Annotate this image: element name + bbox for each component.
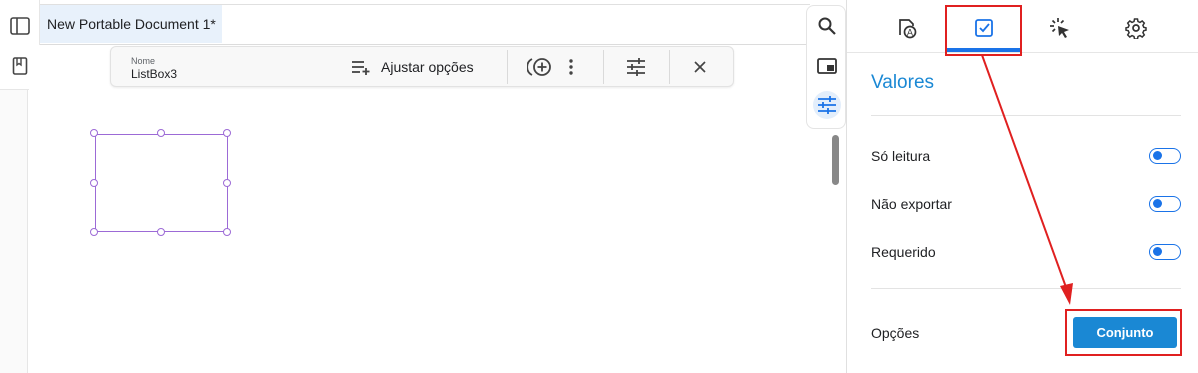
resize-handle[interactable] bbox=[223, 179, 231, 187]
adjust-options-button[interactable]: Ajustar opções bbox=[351, 53, 474, 81]
tab-document[interactable]: New Portable Document 1* bbox=[40, 5, 222, 43]
tune-icon[interactable] bbox=[623, 54, 649, 80]
toolbar-divider bbox=[669, 50, 670, 84]
vertical-scrollbar[interactable] bbox=[832, 135, 839, 185]
canvas-edge bbox=[0, 90, 28, 373]
listbox-field[interactable] bbox=[95, 134, 228, 232]
gear-icon[interactable] bbox=[1116, 8, 1156, 48]
click-action-icon[interactable] bbox=[1040, 8, 1080, 48]
field-name-label: Nome bbox=[131, 56, 156, 66]
window-panel-icon[interactable] bbox=[813, 52, 841, 80]
highlight-box-set-button bbox=[1065, 309, 1182, 356]
app-root: New Portable Document 1* Nome ListBox3 A… bbox=[0, 0, 1198, 373]
add-circle-icon[interactable] bbox=[525, 54, 555, 80]
form-field-icon[interactable]: A bbox=[887, 8, 927, 48]
field-name-value[interactable]: ListBox3 bbox=[131, 67, 177, 81]
resize-handle[interactable] bbox=[157, 129, 165, 137]
no-export-label: Não exportar bbox=[871, 196, 952, 212]
svg-text:A: A bbox=[907, 28, 914, 38]
sliders-icon[interactable] bbox=[813, 91, 841, 119]
required-toggle[interactable] bbox=[1149, 244, 1181, 260]
tab-document-title: New Portable Document 1* bbox=[47, 16, 216, 32]
sidebar-panel-icon[interactable] bbox=[8, 14, 32, 38]
search-icon[interactable] bbox=[813, 12, 841, 40]
resize-handle[interactable] bbox=[157, 228, 165, 236]
close-icon[interactable] bbox=[689, 56, 711, 78]
toggle-knob bbox=[1153, 247, 1162, 256]
field-toolbar: Nome ListBox3 Ajustar opções bbox=[110, 46, 734, 87]
resize-handle[interactable] bbox=[90, 129, 98, 137]
toolbar-divider bbox=[507, 50, 508, 84]
no-export-toggle[interactable] bbox=[1149, 196, 1181, 212]
read-only-toggle[interactable] bbox=[1149, 148, 1181, 164]
resize-handle[interactable] bbox=[90, 179, 98, 187]
resize-handle[interactable] bbox=[90, 228, 98, 236]
adjust-options-label: Ajustar opções bbox=[381, 59, 474, 75]
toggle-knob bbox=[1153, 151, 1162, 160]
resize-handle[interactable] bbox=[223, 129, 231, 137]
options-label: Opções bbox=[871, 325, 920, 341]
read-only-label: Só leitura bbox=[871, 148, 931, 164]
right-tool-rail bbox=[806, 5, 846, 129]
toolbar-divider bbox=[603, 50, 604, 84]
section-title: Valores bbox=[871, 72, 935, 93]
annotation-arrow bbox=[981, 54, 1073, 305]
more-vertical-icon[interactable] bbox=[561, 54, 581, 80]
playlist-add-icon bbox=[351, 59, 371, 75]
highlight-box-values-tab bbox=[945, 5, 1022, 56]
toggle-knob bbox=[1153, 199, 1162, 208]
resize-handle[interactable] bbox=[223, 228, 231, 236]
required-label: Requerido bbox=[871, 244, 936, 260]
